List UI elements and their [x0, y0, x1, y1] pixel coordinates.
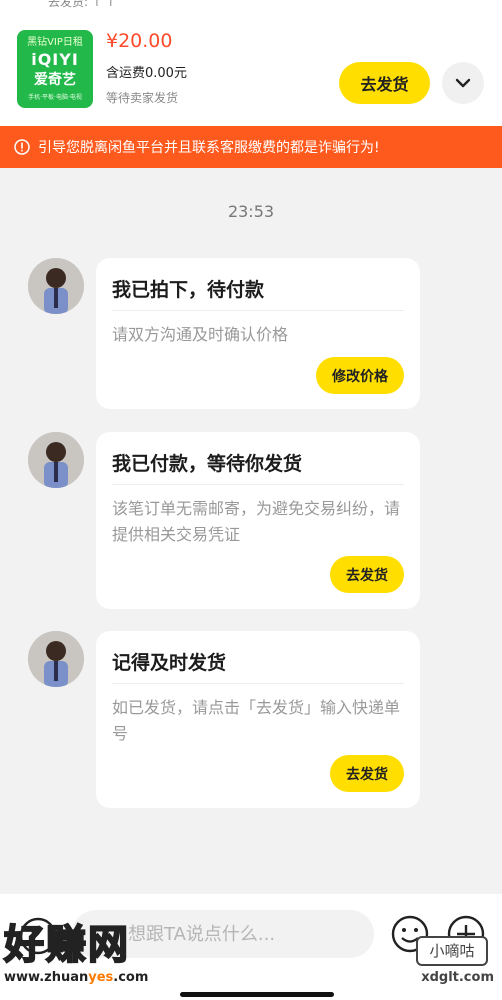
- home-indicator: [180, 992, 334, 997]
- message-card: 我已拍下，待付款 请双方沟通及时确认价格 修改价格: [96, 258, 420, 409]
- message-card: 我已付款，等待你发货 该笔订单无需邮寄，为避免交易纠纷，请提供相关交易凭证 去发…: [96, 432, 420, 609]
- modify-price-button[interactable]: 修改价格: [316, 357, 404, 394]
- user-avatar-icon: [28, 631, 84, 687]
- order-summary-bar[interactable]: 黑钻VIP日租 iQIYI 爱奇艺 手机·平板·电脑·电视 ¥20.00 含运费…: [0, 10, 502, 126]
- thumb-line4: 手机·平板·电脑·电视: [28, 94, 82, 101]
- card-desc: 请双方沟通及时确认价格: [112, 325, 289, 344]
- status-cut: 去发货: ↑ ↑: [0, 0, 502, 10]
- header-cut-text: 去发货: ↑ ↑: [48, 0, 116, 9]
- watermark-box: 小嘀咕: [416, 936, 488, 966]
- ship-button[interactable]: 去发货: [330, 755, 404, 792]
- watermark-url: www.zhuanyes.com: [0, 970, 196, 990]
- product-thumbnail[interactable]: 黑钻VIP日租 iQIYI 爱奇艺 手机·平板·电脑·电视: [17, 30, 93, 108]
- thumb-brand: iQIYI: [31, 50, 79, 69]
- card-title: 我已付款，等待你发货: [112, 453, 303, 475]
- watermark-site: xdglt.com: [421, 970, 494, 985]
- warning-text: 引导您脱离闲鱼平台并且联系客服缴费的都是诈骗行为!: [38, 140, 380, 156]
- avatar[interactable]: [28, 258, 84, 314]
- order-price: ¥20.00: [106, 30, 173, 52]
- user-avatar-icon: [28, 432, 84, 488]
- shipping-fee: 含运费0.00元: [106, 66, 187, 81]
- card-divider: [112, 683, 404, 684]
- watermark-url-pre: www.zhuan: [4, 970, 89, 985]
- message-card: 记得及时发货 如已发货，请点击「去发货」输入快递单号 去发货: [96, 631, 420, 808]
- user-avatar-icon: [28, 258, 84, 314]
- ship-button-top[interactable]: 去发货: [339, 62, 430, 104]
- avatar[interactable]: [28, 432, 84, 488]
- card-desc: 如已发货，请点击「去发货」输入快递单号: [112, 698, 401, 743]
- fraud-warning-banner: 引导您脱离闲鱼平台并且联系客服缴费的都是诈骗行为!: [0, 126, 502, 168]
- card-divider: [112, 310, 404, 311]
- card-title: 我已拍下，待付款: [112, 279, 265, 301]
- watermark-url-accent: yes: [88, 970, 114, 985]
- thumb-brand-cn: 爱奇艺: [34, 72, 76, 88]
- chevron-down-icon: [455, 78, 471, 88]
- card-divider: [112, 484, 404, 485]
- warning-icon: [14, 139, 30, 155]
- watermark-url-post: .com: [113, 970, 149, 985]
- card-title: 记得及时发货: [112, 652, 227, 674]
- message-time: 23:53: [227, 202, 275, 221]
- watermark-logo: 好赚网: [3, 921, 130, 969]
- avatar[interactable]: [28, 631, 84, 687]
- order-status: 等待卖家发货: [106, 91, 179, 105]
- expand-button[interactable]: [442, 62, 484, 104]
- ship-button[interactable]: 去发货: [330, 556, 404, 593]
- thumb-line1: 黑钻VIP日租: [27, 37, 83, 48]
- card-desc: 该笔订单无需邮寄，为避免交易纠纷，请提供相关交易凭证: [112, 499, 401, 544]
